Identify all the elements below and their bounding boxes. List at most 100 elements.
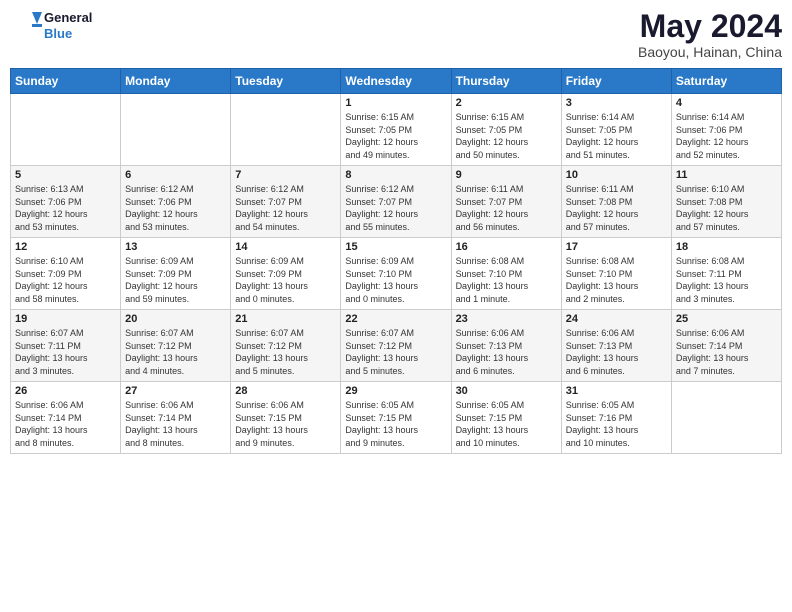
day-info: Sunrise: 6:09 AM Sunset: 7:09 PM Dayligh… — [235, 255, 336, 305]
calendar-cell: 11 Sunrise: 6:10 AM Sunset: 7:08 PM Dayli… — [671, 166, 781, 238]
calendar-cell: 16 Sunrise: 6:08 AM Sunset: 7:10 PM Dayli… — [451, 238, 561, 310]
day-info: Sunrise: 6:08 AM Sunset: 7:10 PM Dayligh… — [566, 255, 667, 305]
day-number: 22 — [345, 313, 446, 325]
day-info: Sunrise: 6:05 AM Sunset: 7:15 PM Dayligh… — [456, 399, 557, 449]
day-info: Sunrise: 6:07 AM Sunset: 7:12 PM Dayligh… — [125, 327, 226, 377]
day-info: Sunrise: 6:10 AM Sunset: 7:09 PM Dayligh… — [15, 255, 116, 305]
logo: General Blue — [10, 10, 92, 42]
day-number: 7 — [235, 169, 336, 181]
day-info: Sunrise: 6:06 AM Sunset: 7:14 PM Dayligh… — [15, 399, 116, 449]
day-number: 21 — [235, 313, 336, 325]
day-of-week-header: Friday — [561, 69, 671, 94]
calendar: SundayMondayTuesdayWednesdayThursdayFrid… — [10, 68, 782, 454]
logo-svg — [10, 10, 42, 42]
day-info: Sunrise: 6:14 AM Sunset: 7:05 PM Dayligh… — [566, 111, 667, 161]
day-number: 16 — [456, 241, 557, 253]
calendar-cell: 5 Sunrise: 6:13 AM Sunset: 7:06 PM Daylig… — [11, 166, 121, 238]
calendar-cell — [121, 94, 231, 166]
logo-blue: Blue — [44, 26, 92, 42]
logo-text: General Blue — [44, 10, 92, 41]
day-info: Sunrise: 6:14 AM Sunset: 7:06 PM Dayligh… — [676, 111, 777, 161]
calendar-cell: 30Sunrise: 6:05 AM Sunset: 7:15 PM Dayli… — [451, 382, 561, 454]
header: General Blue May 2024 Baoyou, Hainan, Ch… — [10, 10, 782, 60]
day-info: Sunrise: 6:12 AM Sunset: 7:07 PM Dayligh… — [345, 183, 446, 233]
calendar-cell: 23Sunrise: 6:06 AM Sunset: 7:13 PM Dayli… — [451, 310, 561, 382]
day-of-week-header: Monday — [121, 69, 231, 94]
calendar-cell: 13 Sunrise: 6:09 AM Sunset: 7:09 PM Dayli… — [121, 238, 231, 310]
day-info: Sunrise: 6:12 AM Sunset: 7:07 PM Dayligh… — [235, 183, 336, 233]
calendar-cell: 31 Sunrise: 6:05 AM Sunset: 7:16 PM Dayli… — [561, 382, 671, 454]
day-of-week-header: Sunday — [11, 69, 121, 94]
day-number: 5 — [15, 169, 116, 181]
calendar-cell — [11, 94, 121, 166]
calendar-cell: 22Sunrise: 6:07 AM Sunset: 7:12 PM Dayli… — [341, 310, 451, 382]
day-number: 11 — [676, 169, 777, 181]
calendar-cell: 20 Sunrise: 6:07 AM Sunset: 7:12 PM Dayli… — [121, 310, 231, 382]
calendar-cell: 2Sunrise: 6:15 AM Sunset: 7:05 PM Daylig… — [451, 94, 561, 166]
day-number: 24 — [566, 313, 667, 325]
calendar-cell: 6 Sunrise: 6:12 AM Sunset: 7:06 PM Daylig… — [121, 166, 231, 238]
day-info: Sunrise: 6:15 AM Sunset: 7:05 PM Dayligh… — [345, 111, 446, 161]
day-number: 29 — [345, 385, 446, 397]
day-number: 25 — [676, 313, 777, 325]
day-info: Sunrise: 6:07 AM Sunset: 7:12 PM Dayligh… — [235, 327, 336, 377]
day-number: 1 — [345, 97, 446, 109]
day-number: 13 — [125, 241, 226, 253]
month-year: May 2024 — [638, 10, 782, 42]
day-info: Sunrise: 6:11 AM Sunset: 7:07 PM Dayligh… — [456, 183, 557, 233]
day-number: 19 — [15, 313, 116, 325]
day-info: Sunrise: 6:11 AM Sunset: 7:08 PM Dayligh… — [566, 183, 667, 233]
day-number: 26 — [15, 385, 116, 397]
calendar-cell: 10 Sunrise: 6:11 AM Sunset: 7:08 PM Dayli… — [561, 166, 671, 238]
calendar-cell: 26 Sunrise: 6:06 AM Sunset: 7:14 PM Dayli… — [11, 382, 121, 454]
day-number: 6 — [125, 169, 226, 181]
day-number: 8 — [345, 169, 446, 181]
day-info: Sunrise: 6:06 AM Sunset: 7:13 PM Dayligh… — [456, 327, 557, 377]
page: General Blue May 2024 Baoyou, Hainan, Ch… — [0, 0, 792, 612]
location: Baoyou, Hainan, China — [638, 44, 782, 60]
calendar-cell: 4 Sunrise: 6:14 AM Sunset: 7:06 PM Daylig… — [671, 94, 781, 166]
day-number: 17 — [566, 241, 667, 253]
day-number: 10 — [566, 169, 667, 181]
day-of-week-header: Saturday — [671, 69, 781, 94]
calendar-cell: 17 Sunrise: 6:08 AM Sunset: 7:10 PM Dayli… — [561, 238, 671, 310]
calendar-header-row: SundayMondayTuesdayWednesdayThursdayFrid… — [11, 69, 782, 94]
day-info: Sunrise: 6:08 AM Sunset: 7:10 PM Dayligh… — [456, 255, 557, 305]
day-info: Sunrise: 6:06 AM Sunset: 7:15 PM Dayligh… — [235, 399, 336, 449]
day-info: Sunrise: 6:09 AM Sunset: 7:09 PM Dayligh… — [125, 255, 226, 305]
logo-container: General Blue — [10, 10, 92, 42]
day-number: 3 — [566, 97, 667, 109]
calendar-week-row: 19Sunrise: 6:07 AM Sunset: 7:11 PM Dayli… — [11, 310, 782, 382]
calendar-cell: 1 Sunrise: 6:15 AM Sunset: 7:05 PM Daylig… — [341, 94, 451, 166]
day-number: 9 — [456, 169, 557, 181]
day-number: 20 — [125, 313, 226, 325]
day-of-week-header: Tuesday — [231, 69, 341, 94]
day-of-week-header: Wednesday — [341, 69, 451, 94]
day-info: Sunrise: 6:05 AM Sunset: 7:15 PM Dayligh… — [345, 399, 446, 449]
day-of-week-header: Thursday — [451, 69, 561, 94]
day-number: 14 — [235, 241, 336, 253]
calendar-cell: 19Sunrise: 6:07 AM Sunset: 7:11 PM Dayli… — [11, 310, 121, 382]
day-number: 31 — [566, 385, 667, 397]
title-block: May 2024 Baoyou, Hainan, China — [638, 10, 782, 60]
day-info: Sunrise: 6:13 AM Sunset: 7:06 PM Dayligh… — [15, 183, 116, 233]
day-info: Sunrise: 6:12 AM Sunset: 7:06 PM Dayligh… — [125, 183, 226, 233]
calendar-cell: 3 Sunrise: 6:14 AM Sunset: 7:05 PM Daylig… — [561, 94, 671, 166]
calendar-cell — [671, 382, 781, 454]
calendar-week-row: 5 Sunrise: 6:13 AM Sunset: 7:06 PM Daylig… — [11, 166, 782, 238]
calendar-cell: 29 Sunrise: 6:05 AM Sunset: 7:15 PM Dayli… — [341, 382, 451, 454]
day-number: 27 — [125, 385, 226, 397]
day-info: Sunrise: 6:08 AM Sunset: 7:11 PM Dayligh… — [676, 255, 777, 305]
day-number: 4 — [676, 97, 777, 109]
day-info: Sunrise: 6:06 AM Sunset: 7:13 PM Dayligh… — [566, 327, 667, 377]
calendar-cell: 12Sunrise: 6:10 AM Sunset: 7:09 PM Dayli… — [11, 238, 121, 310]
day-number: 15 — [345, 241, 446, 253]
calendar-cell: 27Sunrise: 6:06 AM Sunset: 7:14 PM Dayli… — [121, 382, 231, 454]
day-info: Sunrise: 6:05 AM Sunset: 7:16 PM Dayligh… — [566, 399, 667, 449]
calendar-body: 1 Sunrise: 6:15 AM Sunset: 7:05 PM Daylig… — [11, 94, 782, 454]
day-info: Sunrise: 6:10 AM Sunset: 7:08 PM Dayligh… — [676, 183, 777, 233]
day-info: Sunrise: 6:09 AM Sunset: 7:10 PM Dayligh… — [345, 255, 446, 305]
day-number: 2 — [456, 97, 557, 109]
calendar-cell: 15 Sunrise: 6:09 AM Sunset: 7:10 PM Dayli… — [341, 238, 451, 310]
day-info: Sunrise: 6:06 AM Sunset: 7:14 PM Dayligh… — [676, 327, 777, 377]
